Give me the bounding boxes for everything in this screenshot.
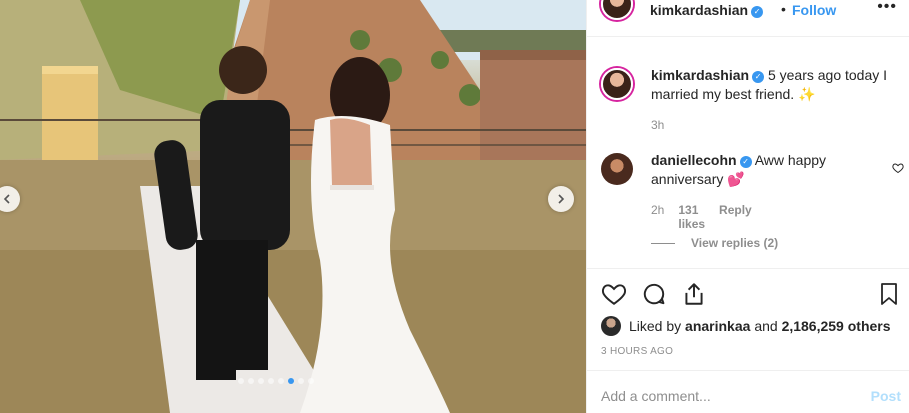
caption-body: kimkardashian ✓ 5 years ago today I marri… [651, 66, 901, 104]
share-icon[interactable] [681, 281, 707, 307]
wedding-photo-illustration [0, 0, 586, 413]
caption-username[interactable]: kimkardashian [651, 67, 749, 83]
divider [587, 268, 909, 269]
comment-username[interactable]: daniellecohn [651, 152, 737, 168]
follow-button[interactable]: Follow [792, 2, 836, 18]
commenter-avatar[interactable] [601, 153, 633, 185]
likes-count[interactable]: 2,186,259 others [782, 318, 891, 334]
post-photo[interactable] [0, 0, 586, 413]
comment-icon[interactable] [641, 281, 667, 307]
comment-time[interactable]: 2h [651, 203, 664, 231]
next-slide-button[interactable] [548, 186, 574, 212]
liker-username[interactable]: anarinkaa [685, 318, 750, 334]
post-comment-button[interactable]: Post [871, 388, 901, 404]
verified-icon: ✓ [751, 5, 764, 18]
view-replies-label: View replies (2) [691, 236, 779, 250]
divider [587, 370, 909, 371]
chevron-right-icon [558, 194, 565, 204]
divider [587, 36, 909, 37]
carousel-dot [238, 378, 244, 384]
verified-icon: ✓ [752, 70, 765, 83]
avatar[interactable] [601, 0, 633, 20]
carousel-dot [308, 378, 314, 384]
caption-avatar[interactable] [601, 68, 633, 100]
caption-meta: 3h [651, 118, 664, 132]
view-replies-link[interactable]: View replies (2) [651, 236, 778, 250]
carousel-dot [258, 378, 264, 384]
likes-prefix: Liked by [629, 318, 682, 334]
post-author[interactable]: kimkardashian ✓ [650, 2, 764, 18]
carousel-indicator [238, 378, 314, 384]
post-side-panel: kimkardashian ✓ • Follow ••• kimkardashia… [586, 0, 909, 413]
add-comment-input[interactable]: Add a comment... [601, 388, 711, 404]
heart-icon[interactable] [601, 281, 627, 307]
comment-like-heart-icon[interactable] [892, 162, 904, 174]
likes-joiner: and [754, 318, 778, 334]
username-link[interactable]: kimkardashian [650, 2, 748, 18]
verified-icon: ✓ [739, 155, 752, 168]
post-actions [601, 281, 707, 307]
carousel-dot [278, 378, 284, 384]
carousel-dot [268, 378, 274, 384]
carousel-dot [288, 378, 294, 384]
reply-button[interactable]: Reply [719, 203, 752, 231]
more-options-icon[interactable]: ••• [877, 0, 897, 16]
comment-meta: 2h 131 likes Reply [651, 203, 752, 231]
comment-likes[interactable]: 131 likes [678, 203, 705, 231]
chevron-left-icon [3, 194, 10, 204]
carousel-dot [248, 378, 254, 384]
separator-dot: • [781, 1, 786, 17]
bookmark-icon[interactable] [877, 281, 901, 307]
caption-time[interactable]: 3h [651, 118, 664, 132]
comment-body: daniellecohn ✓ Aww happy anniversary 💕 [651, 151, 901, 189]
likes-summary: Liked by anarinkaa and 2,186,259 others [601, 316, 891, 336]
carousel-dot [298, 378, 304, 384]
replies-line [651, 242, 675, 244]
liker-avatar[interactable] [601, 316, 621, 336]
post-timestamp[interactable]: 3 HOURS AGO [601, 346, 673, 357]
post-header: kimkardashian ✓ • Follow ••• [587, 0, 909, 20]
